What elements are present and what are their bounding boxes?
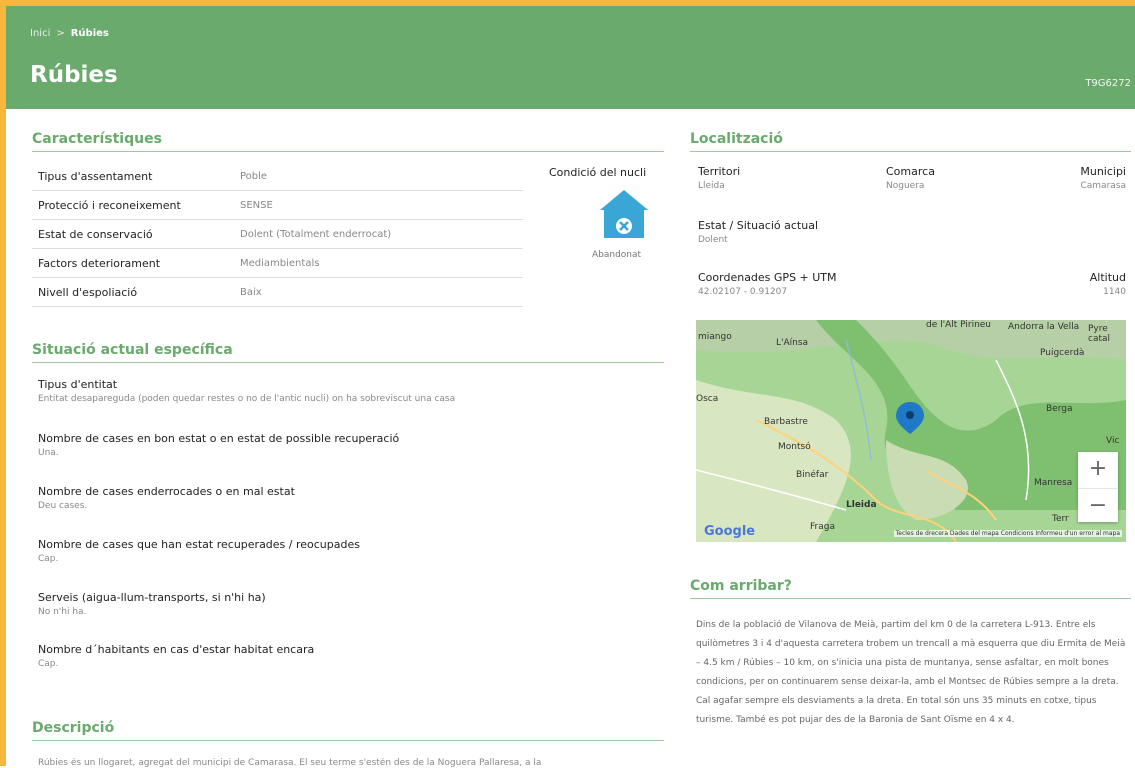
page-frame-left [0,0,6,766]
nucleus-condition-title: Condició del nucli [549,166,647,179]
map-place-label: Andorra la Vella [1008,322,1080,332]
map-place-label: Barbastre [764,417,808,427]
loc-label: Coordenades GPS + UTM [698,271,837,284]
loc-territori: Territori Lleida [698,165,740,191]
loc-altitud: Altitud 1140 [1090,271,1126,297]
map-attribution[interactable]: Tecles de drecera Dades del mapa Condici… [893,530,1122,537]
breadcrumb-current: Rúbies [70,28,109,39]
breadcrumb: Inici > Rúbies [30,28,109,39]
map-place-label: Lleida [846,500,877,510]
field-value: No n'hi ha. [38,607,87,617]
field-habitants: Nombre d´habitants en cas d'estar habita… [38,643,658,669]
field-label: Tipus d'entitat [38,378,118,391]
reference-code: T9G6272 [1085,78,1131,89]
row-value: Mediambientals [234,248,523,278]
loc-label: Comarca [886,165,935,178]
map-place-label: Montsó [778,442,811,452]
zoom-out-button[interactable]: − [1078,488,1118,523]
description-text: Rúbies és un llogaret, agregat del munic… [38,758,542,768]
row-value: Baix [234,277,523,307]
field-value: Deu cases. [38,501,88,511]
table-row: Nivell d'espoliació Baix [32,277,523,307]
row-label: Nivell d'espoliació [32,277,234,307]
field-label: Nombre de cases que han estat recuperade… [38,538,360,551]
loc-label: Estat / Situació actual [698,219,819,232]
row-value: SENSE [234,190,523,220]
field-value: Cap. [38,659,59,669]
map-place-label: Osca [696,394,719,404]
row-value: Dolent (Totalment enderrocat) [234,219,523,249]
row-value: Poble [234,162,523,191]
map-place-label: Binéfar [796,470,829,480]
page-header: Inici > Rúbies Rúbies T9G6272 [6,6,1135,109]
nucleus-condition-value: Abandonat [592,250,642,260]
google-logo: Google [704,524,756,539]
section-title-com-arribar: Com arribar? [690,578,1131,599]
field-value: Una. [38,448,59,458]
loc-value: Noguera [886,181,925,191]
map-place-label: de l'Alt Pirineu [926,320,992,330]
directions-text: Dins de la població de Vilanova de Meià,… [696,620,1126,725]
loc-value: 42.02107 - 0.91207 [698,287,788,297]
loc-coordenades: Coordenades GPS + UTM 42.02107 - 0.91207 [698,271,837,297]
field-label: Nombre de cases en bon estat o en estat … [38,432,400,445]
section-title-caracteristiques: Característiques [32,131,664,152]
row-label: Factors deteriorament [32,248,234,278]
loc-label: Territori [698,165,741,178]
map-place-label: Puigcerdà [1040,348,1085,358]
table-row: Estat de conservació Dolent (Totalment en… [32,219,523,249]
section-title-descripcio: Descripció [32,720,664,741]
loc-value: Lleida [698,181,725,191]
field-serveis: Serveis (aigua-llum-transports, si n'hi … [38,591,658,617]
breadcrumb-home[interactable]: Inici [30,28,50,39]
map-place-label: Terr [1052,514,1069,524]
loc-comarca: Comarca Noguera [886,165,935,191]
zoom-in-button[interactable]: + [1078,452,1118,486]
loc-value: Dolent [698,235,728,245]
field-value: Cap. [38,554,59,564]
section-title-localitzacio: Localització [690,131,1131,152]
map-zoom-controls: + − [1078,452,1118,522]
field-label: Serveis (aigua-llum-transports, si n'hi … [38,591,266,604]
field-tipus-entitat: Tipus d'entitat Entitat desapareguda (po… [38,378,658,404]
characteristics-table: Tipus d'assentament Poble Protecció i rec… [32,162,523,307]
field-cases-bon-estat: Nombre de cases en bon estat o en estat … [38,432,658,458]
map-place-label: Fraga [810,522,835,532]
map-place-label: Manresa [1034,478,1073,488]
loc-value: 1140 [1103,287,1126,297]
row-label: Estat de conservació [32,219,234,249]
loc-estat: Estat / Situació actual Dolent [698,219,818,245]
section-title-situacio: Situació actual específica [32,342,664,363]
field-value: Entitat desapareguda (poden quedar reste… [38,394,456,404]
page-title: Rúbies [30,62,118,88]
loc-municipi: Municipi Camarasa [1080,165,1126,191]
table-row: Tipus d'assentament Poble [32,162,523,191]
table-row: Protecció i reconeixement SENSE [32,190,523,220]
map-place-label: Pyre catal [1088,324,1111,344]
abandoned-house-icon [600,190,648,238]
table-row: Factors deteriorament Mediambientals [32,248,523,278]
map-place-label: Vic [1106,436,1120,446]
map-place-label: Berga [1046,404,1073,414]
field-label: Nombre de cases enderrocades o en mal es… [38,485,295,498]
map-place-label: miango [698,332,732,342]
loc-label: Altitud [1089,271,1126,284]
field-cases-enderrocades: Nombre de cases enderrocades o en mal es… [38,485,658,511]
field-label: Nombre d´habitants en cas d'estar habita… [38,643,315,656]
breadcrumb-separator: > [56,28,65,39]
location-map[interactable]: miango L'Aínsa de l'Alt Pirineu Andorra … [696,320,1126,542]
loc-label: Municipi [1080,165,1126,178]
map-place-label: L'Aínsa [776,338,809,348]
field-cases-recuperades: Nombre de cases que han estat recuperade… [38,538,658,564]
row-label: Protecció i reconeixement [32,190,234,220]
row-label: Tipus d'assentament [32,162,234,191]
loc-value: Camarasa [1080,181,1126,191]
